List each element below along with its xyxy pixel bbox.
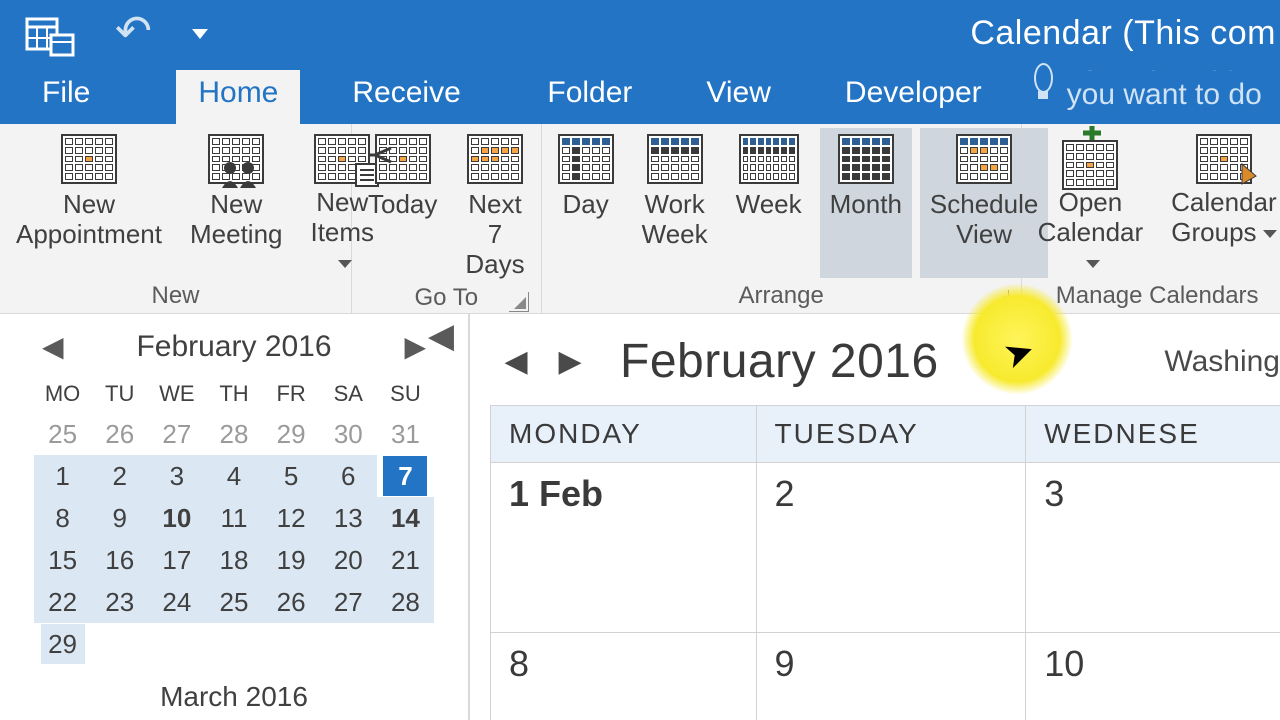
day-cell[interactable]: 10 <box>1026 633 1280 720</box>
day-cell[interactable]: 2 <box>756 463 1026 633</box>
next-month-label: March 2016 <box>34 681 434 713</box>
button-label: Next 7 Days <box>465 190 524 280</box>
ribbon-group-arrange: Day Work Week <box>542 124 1022 313</box>
calendar-people-icon <box>208 134 264 184</box>
button-label: New Appointment <box>16 190 162 250</box>
qat-dropdown-icon[interactable] <box>192 26 208 44</box>
mini-calendar-grid[interactable]: MO TU WE TH FR SA SU 25 26 27 28 29 30 <box>34 375 434 665</box>
group-label: New <box>6 278 345 316</box>
next-period-icon[interactable]: ▶ <box>552 344 588 380</box>
button-label: Open Calendar <box>1038 188 1144 278</box>
new-items-icon <box>314 132 370 182</box>
calendar-groups-icon <box>1196 132 1252 182</box>
tab-view[interactable]: View <box>684 66 792 124</box>
group-label: Arrange <box>548 278 1015 316</box>
button-label: Work Week <box>642 190 708 250</box>
date-navigator-pane: ◀ ◀ February 2016 ▶ MO TU WE TH FR SA SU <box>0 314 470 720</box>
tab-file[interactable]: File <box>20 66 112 124</box>
new-appointment-button[interactable]: New Appointment <box>6 128 172 278</box>
next-7-days-button[interactable]: Next 7 Days <box>455 128 534 280</box>
button-label: Week <box>736 190 802 220</box>
title-bar: ↶ Calendar (This com <box>0 0 1280 70</box>
mini-calendar-title: February 2016 <box>136 330 331 364</box>
tab-developer[interactable]: Developer <box>823 66 1004 124</box>
ribbon-group-goto: Today Next 7 Days Go To <box>352 124 542 313</box>
day-cell[interactable]: 3 <box>1026 463 1280 633</box>
button-label: New Meeting <box>190 190 283 250</box>
mini-calendar: ◀ February 2016 ▶ MO TU WE TH FR SA SU 2… <box>0 314 468 713</box>
main-calendar-title: February 2016 <box>620 334 939 389</box>
window-title: Calendar (This com <box>970 14 1276 53</box>
open-calendar-icon <box>1062 132 1118 182</box>
prev-month-icon[interactable]: ◀ <box>34 326 72 367</box>
week-button[interactable]: Week <box>726 128 812 278</box>
lightbulb-icon <box>1034 63 1053 93</box>
open-calendar-button[interactable]: Open Calendar <box>1028 128 1154 278</box>
column-header: WEDNESE <box>1026 406 1280 463</box>
button-label: Day <box>563 190 609 220</box>
group-label: Go To <box>358 280 535 318</box>
ribbon-tabs: File Home Send / Receive Folder View Dev… <box>0 70 1280 124</box>
main-calendar-view: ◀ ▶ February 2016 Washing MONDAY TUESDAY… <box>470 314 1280 720</box>
week-icon <box>739 134 799 184</box>
calendar-icon <box>61 134 117 184</box>
button-label: Today <box>368 190 437 220</box>
month-grid[interactable]: MONDAY TUESDAY WEDNESE 1 Feb 2 3 8 9 10 <box>490 405 1280 720</box>
undo-icon[interactable]: ↶ <box>115 6 152 57</box>
column-header: TUESDAY <box>756 406 1026 463</box>
tab-folder[interactable]: Folder <box>525 66 654 124</box>
work-week-icon <box>647 134 703 184</box>
quick-access-toolbar: ↶ <box>10 10 208 61</box>
calendar-groups-button[interactable]: Calendar Groups <box>1161 128 1280 278</box>
calendar-quick-icon[interactable] <box>25 13 75 57</box>
dialog-launcher-icon[interactable] <box>989 290 1009 310</box>
day-cell[interactable]: 8 <box>491 633 757 720</box>
ribbon-group-new: New Appointment New Meeting <box>0 124 352 313</box>
ribbon-group-manage: Open Calendar Calendar Groups Manage Cal… <box>1022 124 1280 313</box>
month-button[interactable]: Month <box>820 128 912 278</box>
day-cell[interactable]: 9 <box>756 633 1026 720</box>
location-label: Washing <box>1164 345 1280 379</box>
new-meeting-button[interactable]: New Meeting <box>180 128 293 278</box>
tab-home[interactable]: Home <box>176 66 300 124</box>
dialog-launcher-icon[interactable] <box>509 292 529 312</box>
column-header: MONDAY <box>491 406 757 463</box>
collapse-arrow-icon[interactable]: ◀ <box>428 316 454 356</box>
schedule-view-icon <box>956 134 1012 184</box>
today-icon <box>375 134 431 184</box>
group-label: Manage Calendars <box>1028 278 1280 316</box>
day-button[interactable]: Day <box>548 128 624 278</box>
day-cell[interactable]: 1 Feb <box>491 463 757 633</box>
content-area: ◀ ◀ February 2016 ▶ MO TU WE TH FR SA SU <box>0 314 1280 720</box>
ribbon: New Appointment New Meeting <box>0 124 1280 314</box>
day-icon <box>558 134 614 184</box>
month-icon <box>838 134 894 184</box>
button-label: Calendar Groups <box>1171 188 1277 248</box>
button-label: Month <box>830 190 902 220</box>
prev-period-icon[interactable]: ◀ <box>498 344 534 380</box>
work-week-button[interactable]: Work Week <box>632 128 718 278</box>
next7-icon <box>467 134 523 184</box>
today-button[interactable]: Today <box>358 128 447 278</box>
